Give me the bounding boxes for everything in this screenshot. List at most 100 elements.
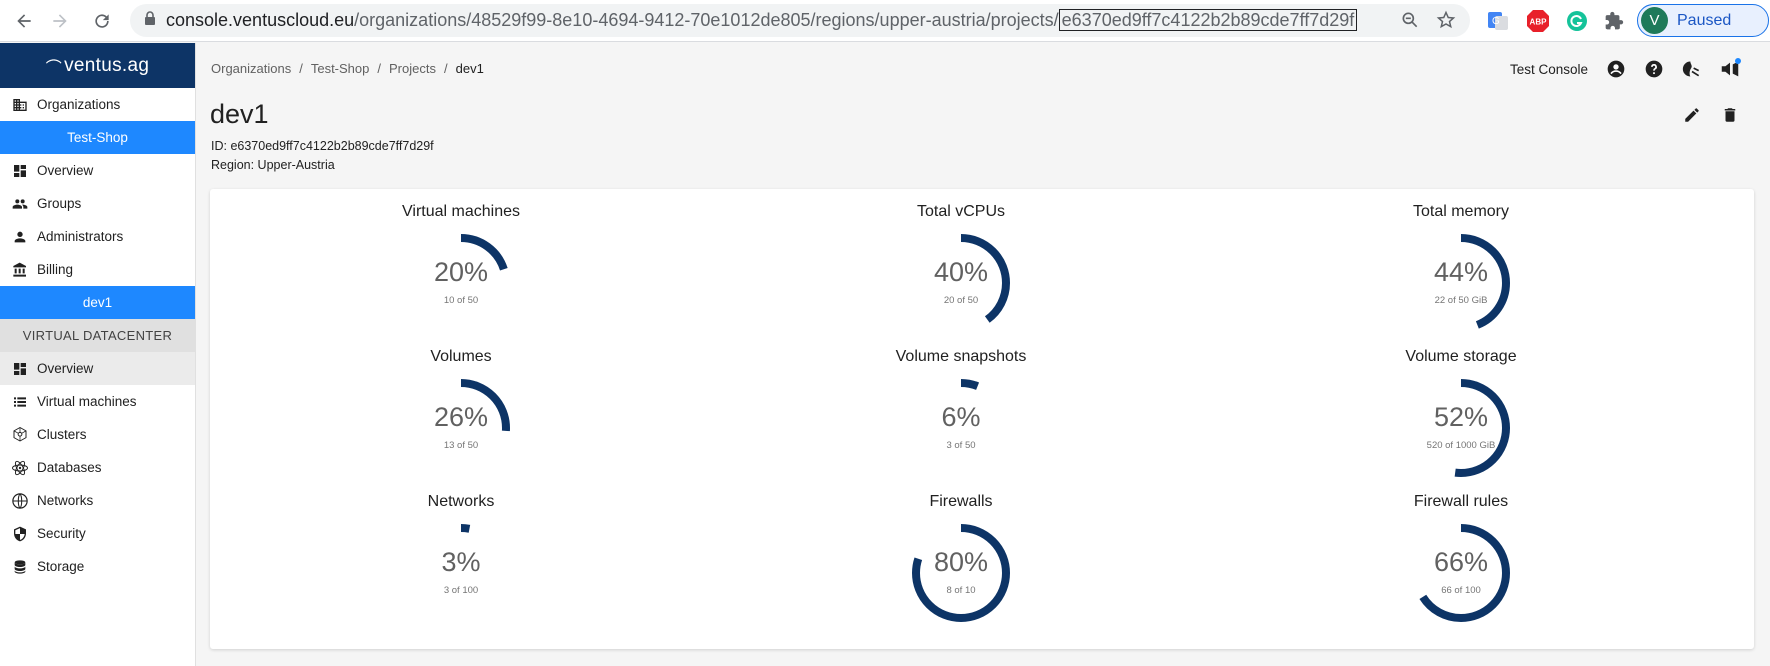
profile-button[interactable]: V Paused	[1637, 4, 1769, 37]
quota-card: Virtual machines 20% 10 of 50 Total vCPUs 40…	[210, 189, 1754, 649]
zoom-icon[interactable]	[1400, 10, 1420, 35]
breadcrumb-projects[interactable]: Projects	[389, 61, 436, 76]
quota-gauge: Total memory 44% 22 of 50 GiB	[1311, 197, 1611, 337]
globe-icon	[11, 492, 29, 510]
adblock-extension-icon[interactable]: ABP	[1524, 7, 1552, 35]
sidebar-item-groups[interactable]: Groups	[0, 187, 195, 220]
forward-icon[interactable]	[46, 7, 74, 35]
gauge-title: Total vCPUs	[916, 203, 1006, 220]
breadcrumb-organizations[interactable]: Organizations	[211, 61, 291, 76]
sidebar-item-networks[interactable]: Networks	[0, 484, 195, 517]
sidebar-item-clusters[interactable]: Clusters	[0, 418, 195, 451]
gauge-title: Volume storage	[1405, 348, 1517, 365]
account-circle-icon[interactable]	[1604, 57, 1628, 81]
people-icon	[11, 195, 29, 213]
gauge-title: Volumes	[430, 348, 492, 365]
sidebar-label: Overview	[37, 163, 94, 178]
gauge-percent: 20%	[433, 257, 489, 287]
gauge-detail: 3 of 50	[946, 440, 976, 451]
sidebar-item-databases[interactable]: Databases	[0, 451, 195, 484]
gauge-title: Virtual machines	[402, 203, 520, 220]
quota-gauge: Firewalls 80% 8 of 10	[811, 487, 1111, 627]
gauge-percent: 80%	[933, 547, 989, 577]
lock-icon	[144, 11, 156, 30]
quota-gauge: Total vCPUs 40% 20 of 50	[811, 197, 1111, 337]
list-icon	[11, 393, 29, 411]
reload-icon[interactable]	[88, 7, 116, 35]
gauge-detail: 20 of 50	[943, 295, 979, 306]
dark-mode-icon[interactable]	[1680, 57, 1704, 81]
sidebar-item-project-dev1[interactable]: dev1	[0, 286, 195, 319]
sidebar-label: Overview	[37, 361, 94, 376]
dashboard-icon	[11, 162, 29, 180]
quota-gauge: Volume snapshots 6% 3 of 50	[811, 342, 1111, 482]
back-icon[interactable]	[10, 7, 38, 35]
gauge-detail: 520 of 1000 GiB	[1426, 440, 1496, 451]
sidebar-item-overview[interactable]: Overview	[0, 154, 195, 187]
quota-gauge: Firewall rules 66% 66 of 100	[1311, 487, 1611, 627]
profile-status: Paused	[1677, 11, 1732, 29]
sidebar-item-administrators[interactable]: Administrators	[0, 220, 195, 253]
sidebar-item-vdc-overview[interactable]: Overview	[0, 352, 195, 385]
gauge-percent: 26%	[433, 402, 489, 432]
sidebar-label: Test-Shop	[67, 130, 128, 145]
sidebar: ⌒ ventus.ag Organizations Test-Shop Overv…	[0, 43, 196, 666]
gauge-percent: 44%	[1433, 257, 1489, 287]
gauge-title: Volume snapshots	[895, 348, 1027, 365]
announcement-megaphone-icon[interactable]	[1718, 57, 1742, 81]
bank-icon	[11, 261, 29, 279]
logo-text: ventus.ag	[64, 54, 150, 76]
sidebar-item-storage[interactable]: Storage	[0, 550, 195, 583]
gauge-percent: 3%	[441, 547, 481, 577]
gauge-detail: 3 of 100	[443, 585, 479, 596]
gauge-title: Firewalls	[929, 493, 993, 510]
translate-extension-icon[interactable]: G	[1484, 7, 1512, 35]
bookmark-star-icon[interactable]	[1436, 10, 1456, 35]
shield-icon	[11, 525, 29, 543]
logo[interactable]: ⌒ ventus.ag	[0, 43, 195, 88]
help-icon[interactable]	[1642, 57, 1666, 81]
sidebar-item-organizations[interactable]: Organizations	[0, 88, 195, 121]
main-content: Organizations / Test-Shop / Projects / d…	[196, 43, 1770, 666]
sidebar-item-org-test-shop[interactable]: Test-Shop	[0, 121, 195, 154]
sidebar-label: Administrators	[37, 229, 124, 244]
sidebar-item-virtual-machines[interactable]: Virtual machines	[0, 385, 195, 418]
delete-trash-icon[interactable]	[1718, 103, 1742, 127]
gauge-percent: 66%	[1433, 547, 1489, 577]
project-region: Region: Upper-Austria	[211, 158, 335, 172]
gauge-title: Firewall rules	[1413, 493, 1509, 510]
url-host: console.ventuscloud.eu	[166, 10, 355, 30]
page-title: dev1	[210, 99, 269, 129]
extensions-puzzle-icon[interactable]	[1600, 7, 1628, 35]
cluster-icon	[11, 426, 29, 444]
breadcrumb-test-shop[interactable]: Test-Shop	[311, 61, 370, 76]
sidebar-label: Organizations	[37, 97, 121, 112]
logo-wave-icon: ⌒	[45, 59, 63, 77]
browser-toolbar: console.ventuscloud.eu/organizations/485…	[0, 0, 1770, 42]
sidebar-item-security[interactable]: Security	[0, 517, 195, 550]
quota-gauge: Networks 3% 3 of 100	[311, 487, 611, 627]
url-selection: e6370ed9ff7c4122b2b89cde7ff7d29f	[1058, 9, 1358, 31]
quota-gauge: Volumes 26% 13 of 50	[311, 342, 611, 482]
gauge-title: Networks	[427, 493, 495, 510]
breadcrumb-current: dev1	[455, 61, 484, 76]
breadcrumb-separator: /	[377, 61, 382, 76]
gauge-percent: 6%	[941, 402, 981, 432]
sidebar-item-billing[interactable]: Billing	[0, 253, 195, 286]
url-text: console.ventuscloud.eu/organizations/485…	[166, 9, 1358, 31]
dashboard-icon	[11, 360, 29, 378]
profile-avatar: V	[1641, 7, 1668, 34]
sidebar-label: VIRTUAL DATACENTER	[22, 328, 173, 343]
project-id: ID: e6370ed9ff7c4122b2b89cde7ff7d29f	[211, 139, 434, 153]
building-icon	[11, 96, 29, 114]
sidebar-label: Security	[37, 526, 86, 541]
quota-gauge: Virtual machines 20% 10 of 50	[311, 197, 611, 337]
breadcrumb-separator: /	[299, 61, 303, 76]
gauge-detail: 22 of 50 GiB	[1434, 295, 1488, 306]
gauge-detail: 66 of 100	[1441, 585, 1481, 596]
grammarly-extension-icon[interactable]	[1563, 7, 1591, 35]
breadcrumb-separator: /	[443, 61, 448, 76]
edit-pencil-icon[interactable]	[1680, 103, 1704, 127]
gauge-title: Total memory	[1412, 203, 1510, 220]
address-bar[interactable]: console.ventuscloud.eu/organizations/485…	[130, 4, 1470, 37]
